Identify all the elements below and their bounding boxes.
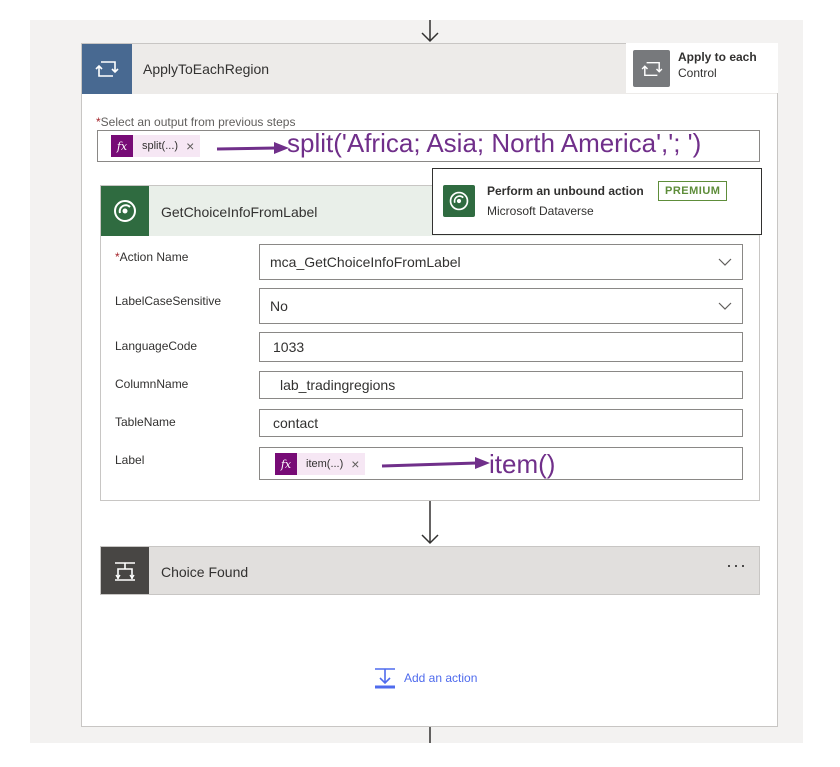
annotation-arrow-item xyxy=(381,457,490,469)
condition-title: Choice Found xyxy=(161,564,249,580)
action-title: GetChoiceInfoFromLabel xyxy=(161,204,318,220)
table-name-label: TableName xyxy=(115,415,176,429)
item-expression-token[interactable]: fx item(...) × xyxy=(275,453,366,475)
add-action-icon xyxy=(375,668,395,689)
fx-icon: fx xyxy=(111,135,133,157)
split-expression-token[interactable]: fx split(...) × xyxy=(111,135,201,157)
add-an-action-button[interactable]: Add an action xyxy=(374,667,477,689)
remove-token-icon[interactable]: × xyxy=(186,138,200,154)
select-output-label-text: Select an output from previous steps xyxy=(100,115,296,129)
action-name-label-text: Action Name xyxy=(119,250,189,264)
action-name-value: mca_GetChoiceInfoFromLabel xyxy=(270,254,461,270)
tooltip-subtitle: Control xyxy=(678,66,717,80)
connector-arrow-top xyxy=(421,20,439,43)
label-case-sensitive-label: LabelCaseSensitive xyxy=(115,294,222,308)
language-code-label: LanguageCode xyxy=(115,339,198,353)
language-code-input[interactable]: 1033 xyxy=(259,332,743,362)
condition-icon xyxy=(101,547,149,594)
language-code-value: 1033 xyxy=(273,339,305,355)
column-name-label: ColumnName xyxy=(115,377,189,391)
premium-badge: PREMIUM xyxy=(658,181,728,201)
item-annotation: item() xyxy=(489,449,556,479)
loop-icon xyxy=(82,44,132,94)
tooltip-title: Apply to each xyxy=(678,50,757,64)
connector-line-bottom xyxy=(429,727,431,743)
label-case-sensitive-dropdown[interactable]: No xyxy=(259,288,743,324)
chevron-down-icon xyxy=(718,258,732,266)
apply-to-each-tooltip: Apply to each Control xyxy=(626,43,778,93)
remove-token-icon[interactable]: × xyxy=(351,456,365,472)
popup-title: Perform an unbound action xyxy=(487,184,644,198)
popup-subtitle: Microsoft Dataverse xyxy=(487,204,594,218)
dataverse-icon xyxy=(443,185,475,217)
loop-icon xyxy=(633,50,670,87)
chevron-down-icon xyxy=(718,302,732,310)
dataverse-icon xyxy=(101,186,149,236)
table-name-value: contact xyxy=(273,415,319,431)
more-options-icon[interactable]: ··· xyxy=(726,555,747,576)
add-action-label: Add an action xyxy=(404,671,478,685)
select-output-label: *Select an output from previous steps xyxy=(96,115,295,129)
action-name-dropdown[interactable]: mca_GetChoiceInfoFromLabel xyxy=(259,244,743,280)
label-field-label: Label xyxy=(115,453,145,467)
choice-found-condition[interactable]: Choice Found ··· xyxy=(100,546,760,595)
fx-icon: fx xyxy=(275,453,297,475)
token-label: split(...) xyxy=(142,140,179,152)
label-case-sensitive-value: No xyxy=(270,298,288,314)
annotation-arrow-split xyxy=(216,142,289,154)
connector-info-popup: Perform an unbound action PREMIUM Micros… xyxy=(432,168,762,235)
token-label: item(...) xyxy=(306,458,344,470)
connector-arrow-middle xyxy=(421,501,439,545)
split-annotation: split('Africa; Asia; North America','; '… xyxy=(287,128,702,158)
apply-to-each-title: ApplyToEachRegion xyxy=(143,61,270,77)
table-name-input[interactable]: contact xyxy=(259,409,743,437)
action-name-label: *Action Name xyxy=(115,250,188,264)
column-name-value: lab_tradingregions xyxy=(280,377,396,393)
column-name-input[interactable]: lab_tradingregions xyxy=(259,371,743,399)
